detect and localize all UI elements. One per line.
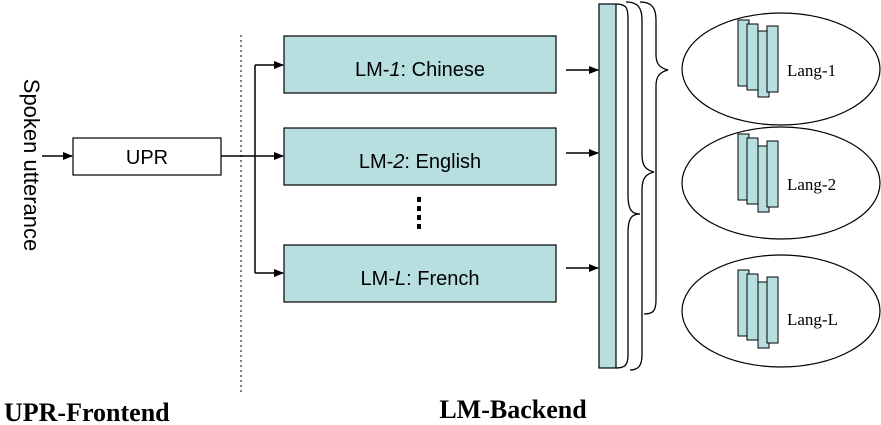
lm-box-english-language: : English xyxy=(404,151,481,173)
classifier-lang-1-layers xyxy=(737,19,779,98)
upr-box: UPR xyxy=(72,137,222,176)
grouping-braces xyxy=(615,1,669,371)
classifier-lang-l-layers xyxy=(737,269,779,349)
lm-backend-label: LM-Backend xyxy=(439,395,587,424)
svg-text:LM-L: French: LM-L: French xyxy=(361,268,480,290)
lm-box-french-prefix: LM- xyxy=(361,268,395,290)
lm-box-chinese-language: : Chinese xyxy=(401,59,486,81)
svg-text:LM-1: Chinese: LM-1: Chinese xyxy=(355,59,485,81)
lm-box-chinese: LM-1: Chinese xyxy=(283,35,557,94)
classifier-lang-l-label: Lang-L xyxy=(787,310,838,329)
upr-box-label: UPR xyxy=(126,147,168,169)
lm-box-english: LM-2: English xyxy=(283,127,557,186)
classifier-lang-2: Lang-2 xyxy=(681,126,881,240)
vertical-ellipsis xyxy=(417,197,421,229)
feature-vector-bar xyxy=(598,3,617,369)
diagram-canvas: Spoken utterance UPR LM-1: Chinese LM-2:… xyxy=(4,1,881,425)
upr-to-lm-connectors xyxy=(221,61,284,277)
classifier-lang-l: Lang-L xyxy=(681,254,881,368)
lm-box-english-prefix: LM- xyxy=(359,151,393,173)
svg-text:LM-2: English: LM-2: English xyxy=(359,151,481,173)
lm-box-chinese-prefix: LM- xyxy=(355,59,389,81)
classifier-lang-1-label: Lang-1 xyxy=(787,61,836,80)
upr-frontend-label: UPR-Frontend xyxy=(4,398,170,425)
classifier-lang-1: Lang-1 xyxy=(681,12,881,126)
classifier-lang-2-label: Lang-2 xyxy=(787,175,836,194)
lm-box-french-index: L xyxy=(395,268,406,290)
lm-box-english-index: 2 xyxy=(392,151,404,173)
lm-box-french-language: : French xyxy=(406,268,479,290)
spoken-utterance-label: Spoken utterance xyxy=(19,79,44,251)
lm-box-chinese-index: 1 xyxy=(389,59,400,81)
lm-to-vector-arrows xyxy=(566,66,599,272)
lm-box-french: LM-L: French xyxy=(283,244,557,303)
classifier-lang-2-layers xyxy=(737,133,779,213)
